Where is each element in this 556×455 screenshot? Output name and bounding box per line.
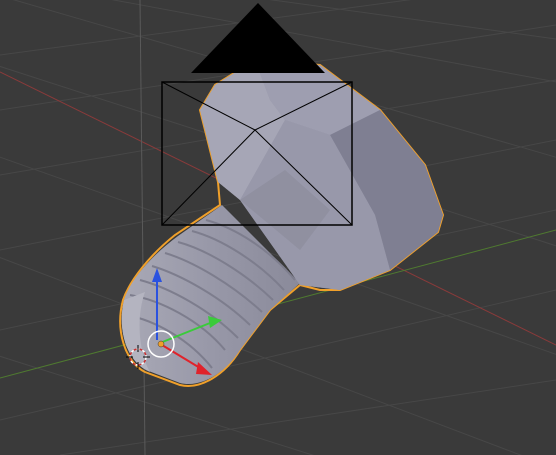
object-origin — [157, 340, 165, 348]
screw-object[interactable] — [119, 58, 445, 387]
viewport-canvas[interactable] — [0, 0, 556, 455]
3d-viewport[interactable] — [0, 0, 556, 455]
